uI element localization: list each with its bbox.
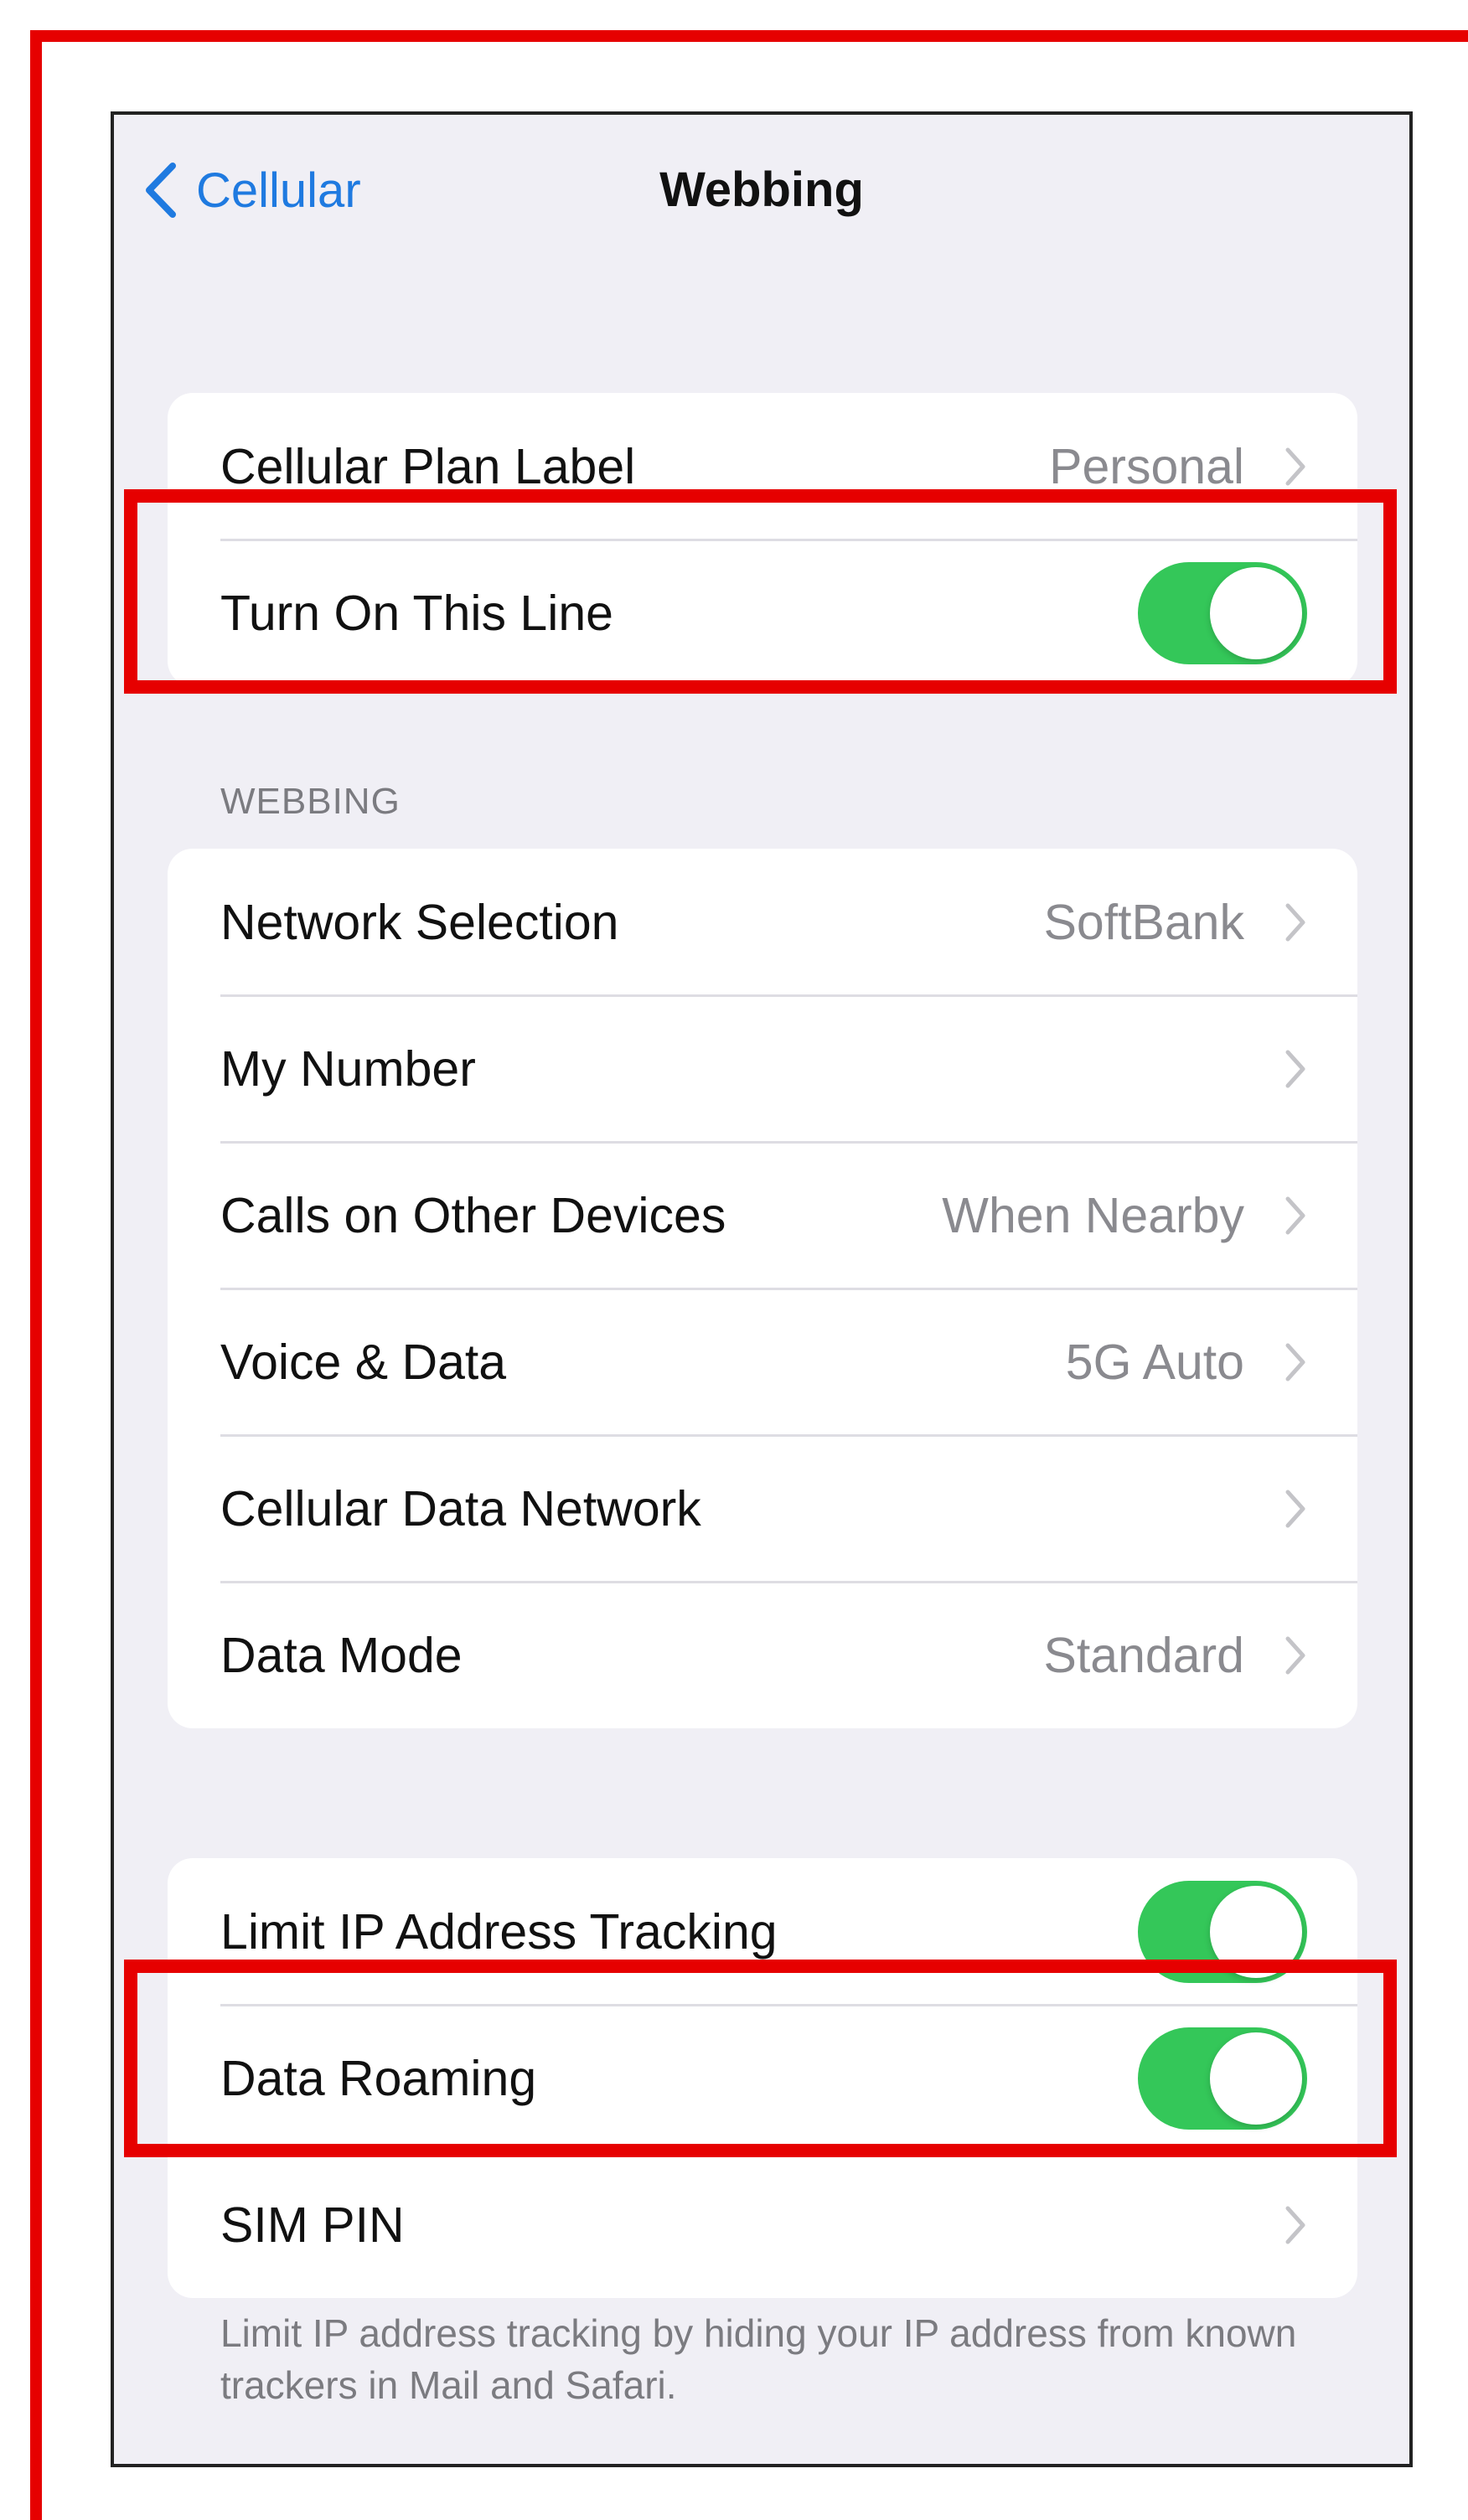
page-title: Webbing — [659, 163, 864, 217]
turn-on-this-line-toggle[interactable] — [1138, 561, 1307, 664]
sim-pin-row[interactable]: SIM PIN — [168, 2151, 1357, 2298]
limit-ip-address-tracking-row: Limit IP Address Tracking — [168, 1858, 1357, 2005]
privacy-group: Limit IP Address Tracking Data Roaming S… — [168, 1858, 1357, 2298]
row-value: 5G Auto — [1065, 1334, 1244, 1390]
chevron-right-icon — [1285, 1196, 1305, 1234]
row-label: Data Roaming — [220, 2050, 537, 2106]
data-roaming-row: Data Roaming — [168, 2005, 1357, 2151]
my-number-row[interactable]: My Number — [168, 995, 1357, 1142]
cellular-data-network-row[interactable]: Cellular Data Network — [168, 1435, 1357, 1582]
row-label: Data Mode — [220, 1627, 463, 1683]
row-label: Cellular Plan Label — [220, 438, 636, 494]
row-label: SIM PIN — [220, 2197, 405, 2253]
row-value: Standard — [1043, 1627, 1244, 1683]
section-header: WEBBING — [220, 781, 401, 822]
navigation-bar: Cellular Webbing — [114, 115, 1409, 266]
settings-screen: Cellular Webbing Cellular Plan Label Per… — [111, 111, 1413, 2467]
row-label: Network Selection — [220, 894, 619, 950]
row-label: Voice & Data — [220, 1334, 507, 1390]
chevron-right-icon — [1285, 1490, 1305, 1527]
toggle-knob — [1210, 2032, 1302, 2125]
chevron-right-icon — [1285, 903, 1305, 941]
webbing-group: Network Selection SoftBank My Number Cal… — [168, 849, 1357, 1728]
data-mode-row[interactable]: Data Mode Standard — [168, 1582, 1357, 1728]
chevron-right-icon — [1285, 1050, 1305, 1087]
row-label: Limit IP Address Tracking — [220, 1903, 778, 1960]
plan-group: Cellular Plan Label Personal Turn On Thi… — [168, 393, 1357, 686]
turn-on-this-line-row: Turn On This Line — [168, 540, 1357, 686]
chevron-right-icon — [1285, 2206, 1305, 2244]
toggle-knob — [1210, 566, 1302, 659]
footer-note: Limit IP address tracking by hiding your… — [220, 2311, 1297, 2407]
limit-ip-address-tracking-toggle[interactable] — [1138, 1880, 1307, 1983]
row-value: When Nearby — [942, 1187, 1244, 1243]
chevron-right-icon — [1285, 1343, 1305, 1381]
chevron-right-icon — [1285, 447, 1305, 485]
row-label: Turn On This Line — [220, 585, 613, 641]
toggle-knob — [1210, 1885, 1302, 1978]
row-value: Personal — [1049, 438, 1244, 494]
row-label: My Number — [220, 1041, 476, 1097]
row-label: Calls on Other Devices — [220, 1187, 726, 1243]
network-selection-row[interactable]: Network Selection SoftBank — [168, 849, 1357, 995]
row-label: Cellular Data Network — [220, 1480, 701, 1536]
chevron-right-icon — [1285, 1636, 1305, 1674]
data-roaming-toggle[interactable] — [1138, 2027, 1307, 2130]
calls-on-other-devices-row[interactable]: Calls on Other Devices When Nearby — [168, 1142, 1357, 1288]
row-value: SoftBank — [1043, 894, 1244, 950]
cellular-plan-label-row[interactable]: Cellular Plan Label Personal — [168, 393, 1357, 540]
voice-and-data-row[interactable]: Voice & Data 5G Auto — [168, 1288, 1357, 1435]
